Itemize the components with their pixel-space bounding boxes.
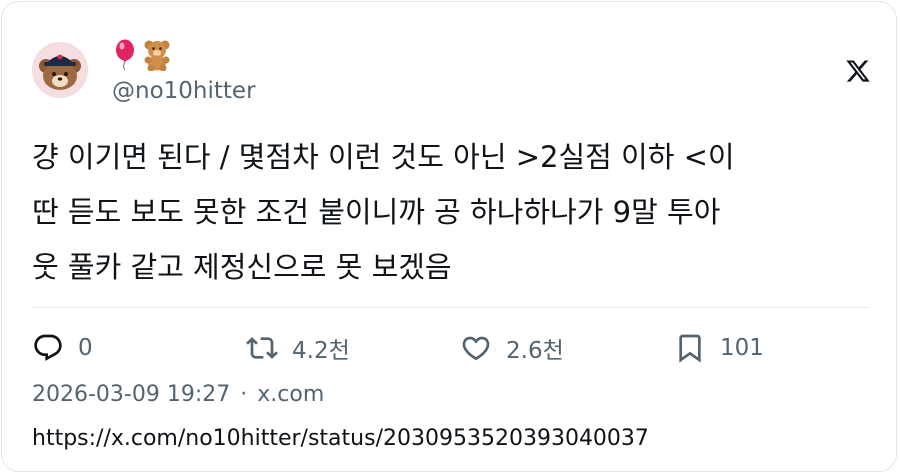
tweet-meta: 2026-03-09 19:27 · x.com (32, 378, 324, 412)
handle[interactable]: @no10hitter (112, 78, 256, 104)
bookmark-count: 101 (720, 335, 764, 361)
teddy-bear-icon (144, 40, 170, 71)
bear-avatar-icon (32, 42, 88, 98)
meta-separator: · (240, 382, 248, 407)
source-link[interactable]: x.com (257, 382, 324, 407)
retweet-icon (246, 337, 278, 359)
tweet-text-line: 걍 이기면 된다 / 몇점차 이런 것도 아닌 >2실점 이하 <이 (32, 140, 735, 174)
tweet-text-line: 웃 풀카 같고 제정신으로 못 보겠음 (32, 250, 452, 284)
x-logo-icon[interactable] (845, 58, 871, 84)
like-count: 2.6천 (506, 338, 564, 364)
reply-button[interactable]: 0 (32, 328, 93, 368)
reply-count: 0 (78, 335, 93, 361)
tweet-text-line: 딴 듣도 보도 못한 조건 붙이니까 공 하나하나가 9말 투아 (32, 195, 721, 229)
heart-icon (462, 336, 490, 361)
balloon-icon (116, 39, 134, 71)
bookmark-button[interactable]: 101 (674, 328, 764, 368)
reply-icon (34, 334, 62, 361)
tweet-text: 걍 이기면 된다 / 몇점차 이런 것도 아닌 >2실점 이하 <이 딴 듣도 … (32, 130, 872, 295)
bookmark-icon (679, 334, 701, 363)
retweet-button[interactable]: 4.2천 (246, 328, 350, 368)
divider (32, 307, 870, 308)
tweet-url[interactable]: https://x.com/no10hitter/status/20309535… (32, 422, 649, 456)
like-button[interactable]: 2.6천 (460, 328, 564, 368)
display-name[interactable] (112, 38, 172, 72)
tweet-card: @no10hitter 걍 이기면 된다 / 몇점차 이런 것도 아닌 >2실점… (1, 1, 897, 472)
timestamp[interactable]: 2026-03-09 19:27 (32, 382, 230, 407)
retweet-count: 4.2천 (292, 338, 350, 364)
avatar[interactable] (32, 42, 88, 98)
